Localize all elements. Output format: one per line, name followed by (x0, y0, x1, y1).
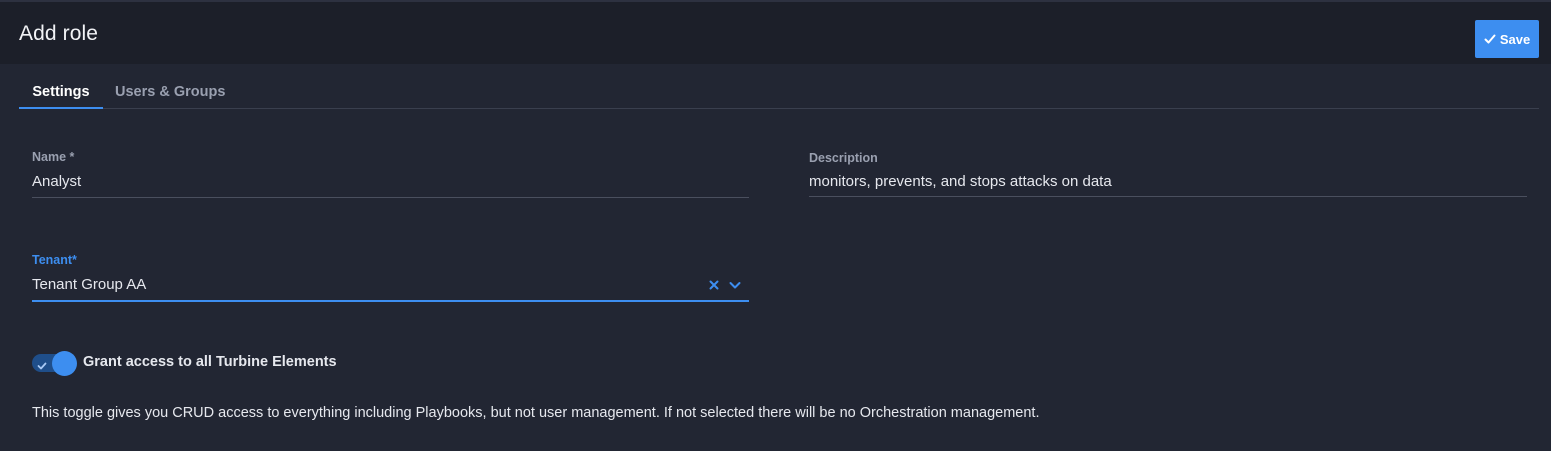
check-icon (37, 362, 47, 370)
grant-access-label: Grant access to all Turbine Elements (83, 354, 337, 370)
tenant-select[interactable]: Tenant Group AA (32, 276, 146, 293)
check-icon (1484, 34, 1496, 44)
save-button-label: Save (1499, 31, 1531, 47)
description-input-underline (809, 196, 1527, 197)
grant-access-toggle[interactable] (32, 351, 78, 376)
toggle-knob (52, 351, 77, 376)
page-header: Add role Save (0, 0, 1551, 64)
chevron-down-icon[interactable] (728, 278, 742, 292)
description-label: Description (809, 151, 878, 165)
grant-access-help-text: This toggle gives you CRUD access to eve… (32, 405, 1040, 421)
description-input[interactable]: monitors, prevents, and stops attacks on… (809, 173, 1112, 190)
tenant-label: Tenant* (32, 253, 77, 267)
name-input[interactable]: Analyst (32, 173, 81, 190)
tab-users-groups[interactable]: Users & Groups (115, 76, 225, 109)
tab-bar: Settings Users & Groups (19, 76, 1539, 109)
close-icon[interactable] (707, 278, 721, 292)
tenant-select-underline (32, 300, 749, 302)
page-title: Add role (19, 22, 99, 45)
name-input-underline (32, 197, 749, 198)
tab-settings[interactable]: Settings (19, 76, 103, 109)
save-button[interactable]: Save (1475, 20, 1539, 58)
name-label: Name * (32, 150, 75, 164)
